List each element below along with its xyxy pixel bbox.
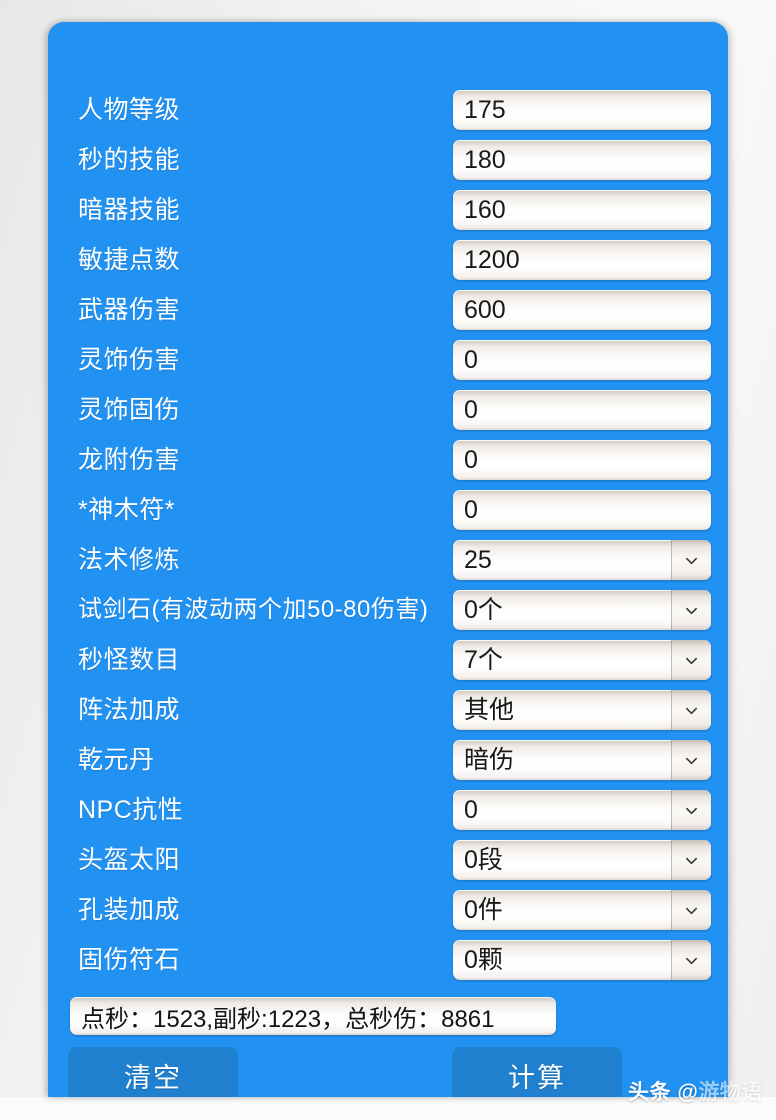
field-input[interactable]: 180	[453, 140, 711, 180]
chevron-down-icon[interactable]	[671, 540, 711, 580]
field-input[interactable]: 0	[453, 440, 711, 480]
form-row: NPC抗性 0	[48, 785, 728, 835]
chevron-down-glyph	[686, 607, 697, 614]
field-label: 头盔太阳	[78, 846, 181, 874]
field-select[interactable]: 0件	[453, 890, 711, 930]
chevron-down-glyph	[686, 657, 697, 664]
chevron-down-glyph	[686, 707, 697, 714]
field-value: 160	[464, 196, 506, 224]
chevron-down-glyph	[686, 857, 697, 864]
watermark-prefix: 头条 @	[628, 1081, 699, 1104]
field-input[interactable]: 160	[453, 190, 711, 230]
form-row: 敏捷点数 1200	[48, 235, 728, 285]
form-row: 乾元丹 暗伤	[48, 735, 728, 785]
result-box: 点秒：1523,副秒:1223，总秒伤：8861	[70, 997, 556, 1035]
calculator-panel: 人物等级 175 秒的技能 180 暗器技能 160 敏捷点数 1200 武器伤害 600 灵饰伤害…	[48, 22, 728, 1097]
chevron-down-icon[interactable]	[671, 840, 711, 880]
form-row: 龙附伤害 0	[48, 435, 728, 485]
form-row: 秒的技能 180	[48, 135, 728, 185]
field-value: 0	[464, 796, 478, 824]
field-label: 秒怪数目	[78, 646, 181, 674]
field-input[interactable]: 175	[453, 90, 711, 130]
field-label: 暗器技能	[78, 196, 181, 224]
form-row: 法术修炼 25	[48, 535, 728, 585]
form-row: 头盔太阳 0段	[48, 835, 728, 885]
field-value: 0	[464, 346, 478, 374]
watermark-handle: 游物语	[698, 1081, 763, 1104]
form-row: 阵法加成 其他	[48, 685, 728, 735]
field-label: 敏捷点数	[78, 246, 181, 274]
chevron-down-glyph	[686, 907, 697, 914]
form-row: 固伤符石 0颗	[48, 935, 728, 985]
chevron-down-icon[interactable]	[671, 740, 711, 780]
field-label: 武器伤害	[78, 296, 181, 324]
field-input[interactable]: 1200	[453, 240, 711, 280]
field-value: 0	[464, 496, 478, 524]
chevron-down-glyph	[686, 807, 697, 814]
chevron-down-icon[interactable]	[671, 640, 711, 680]
field-input[interactable]: 600	[453, 290, 711, 330]
field-value: 0	[464, 446, 478, 474]
field-value: 0	[464, 396, 478, 424]
field-label: 试剑石(有波动两个加50-80伤害)	[78, 596, 429, 623]
field-select[interactable]: 25	[453, 540, 711, 580]
field-input[interactable]: 0	[453, 390, 711, 430]
field-input[interactable]: 0	[453, 490, 711, 530]
form-row: 试剑石(有波动两个加50-80伤害) 0个	[48, 585, 728, 635]
chevron-down-icon[interactable]	[671, 890, 711, 930]
field-label: NPC抗性	[78, 796, 184, 824]
clear-button[interactable]: 清空	[68, 1047, 238, 1097]
field-label: 乾元丹	[78, 746, 155, 774]
result-text: 点秒：1523,副秒:1223，总秒伤：8861	[81, 1005, 495, 1033]
field-input[interactable]: 0	[453, 340, 711, 380]
field-label: 人物等级	[78, 96, 181, 124]
field-label: 灵饰固伤	[78, 396, 181, 424]
field-value: 7个	[464, 646, 503, 674]
chevron-down-glyph	[686, 957, 697, 964]
field-label: 法术修炼	[78, 546, 181, 574]
field-select[interactable]: 暗伤	[453, 740, 711, 780]
field-select[interactable]: 7个	[453, 640, 711, 680]
chevron-down-glyph	[686, 757, 697, 764]
form-row: 孔装加成 0件	[48, 885, 728, 935]
field-value: 暗伤	[464, 746, 515, 774]
field-value: 600	[464, 296, 506, 324]
chevron-down-glyph	[686, 557, 697, 564]
field-label: 孔装加成	[78, 896, 181, 924]
watermark: 头条 @游物语	[628, 1076, 763, 1106]
field-select[interactable]: 0颗	[453, 940, 711, 980]
field-label: 固伤符石	[78, 946, 181, 974]
field-value: 175	[464, 96, 506, 124]
field-select[interactable]: 0段	[453, 840, 711, 880]
field-select[interactable]: 其他	[453, 690, 711, 730]
field-label: 阵法加成	[78, 696, 181, 724]
field-value: 25	[464, 546, 492, 574]
form-row: 灵饰伤害 0	[48, 335, 728, 385]
chevron-down-icon[interactable]	[671, 940, 711, 980]
form-row: 暗器技能 160	[48, 185, 728, 235]
form-row: 人物等级 175	[48, 85, 728, 135]
chevron-down-icon[interactable]	[671, 790, 711, 830]
field-label: 龙附伤害	[78, 446, 181, 474]
field-label: 秒的技能	[78, 146, 181, 174]
calculate-button[interactable]: 计算	[452, 1047, 622, 1097]
chevron-down-icon[interactable]	[671, 690, 711, 730]
field-value: 180	[464, 146, 506, 174]
field-select[interactable]: 0个	[453, 590, 711, 630]
form-row: 武器伤害 600	[48, 285, 728, 335]
field-value: 0个	[464, 596, 503, 624]
chevron-down-icon[interactable]	[671, 590, 711, 630]
form-row: 秒怪数目 7个	[48, 635, 728, 685]
field-select[interactable]: 0	[453, 790, 711, 830]
field-value: 0颗	[464, 946, 503, 974]
field-value: 0段	[464, 846, 503, 874]
form-row: *神木符* 0	[48, 485, 728, 535]
field-value: 其他	[464, 696, 515, 724]
form-row: 灵饰固伤 0	[48, 385, 728, 435]
field-value: 1200	[464, 246, 520, 274]
field-value: 0件	[464, 896, 503, 924]
field-label: *神木符*	[78, 496, 175, 524]
field-label: 灵饰伤害	[78, 346, 181, 374]
